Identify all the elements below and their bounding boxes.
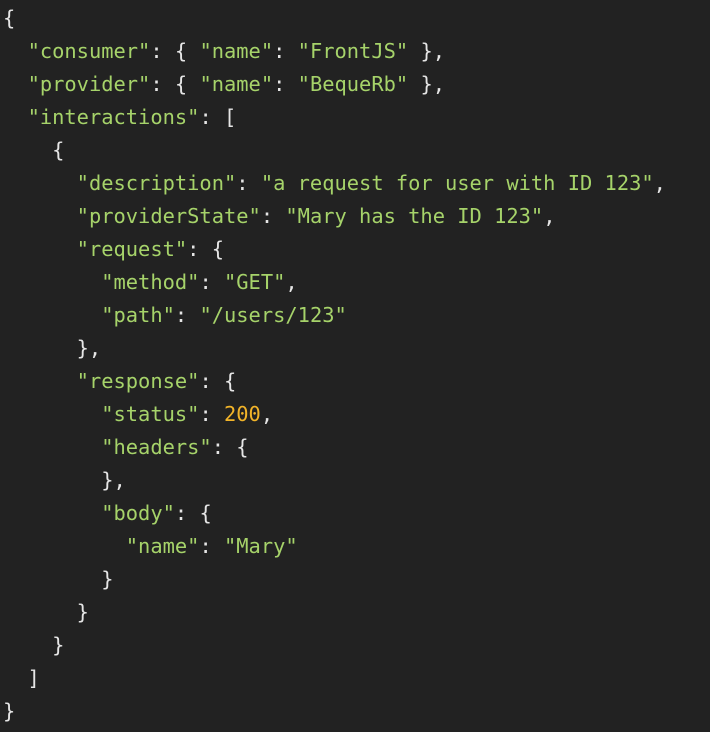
punctuation-token: [3, 171, 77, 195]
string-token: "Mary": [224, 534, 298, 558]
punctuation-token: [3, 204, 77, 228]
string-token: "GET": [224, 270, 286, 294]
punctuation-token: [3, 534, 126, 558]
code-line: },: [3, 464, 666, 497]
punctuation-token: : {: [150, 72, 200, 96]
string-token: "name": [199, 39, 274, 63]
string-token: "path": [101, 303, 175, 327]
code-line: "consumer": { "name": "FrontJS" },: [3, 35, 666, 68]
punctuation-token: },: [408, 72, 446, 96]
string-token: "request": [76, 237, 188, 261]
punctuation-token: },: [3, 336, 102, 360]
code-line: "request": {: [3, 233, 666, 266]
code-line: }: [3, 596, 666, 629]
punctuation-token: {: [3, 6, 16, 30]
string-token: "providerState": [76, 204, 261, 228]
code-line: "providerState": "Mary has the ID 123",: [3, 200, 666, 233]
punctuation-token: : {: [187, 237, 225, 261]
punctuation-token: ,: [653, 171, 666, 195]
string-token: "body": [101, 501, 175, 525]
punctuation-token: :: [273, 72, 298, 96]
punctuation-token: [3, 39, 28, 63]
punctuation-token: [3, 270, 101, 294]
punctuation-token: [3, 402, 101, 426]
punctuation-token: : {: [174, 501, 212, 525]
string-token: "response": [76, 369, 200, 393]
punctuation-token: }: [3, 567, 114, 591]
code-block[interactable]: { "consumer": { "name": "FrontJS" }, "pr…: [3, 2, 666, 728]
string-token: "Mary has the ID 123": [285, 204, 544, 228]
punctuation-token: },: [3, 468, 126, 492]
number-token: 200: [224, 402, 261, 426]
punctuation-token: {: [3, 138, 65, 162]
punctuation-token: ]: [3, 666, 40, 690]
punctuation-token: :: [199, 534, 224, 558]
punctuation-token: },: [408, 39, 446, 63]
string-token: "name": [125, 534, 200, 558]
punctuation-token: }: [3, 600, 89, 624]
string-token: "status": [101, 402, 200, 426]
punctuation-token: :: [199, 402, 224, 426]
string-token: "method": [101, 270, 200, 294]
string-token: "/users/123": [199, 303, 347, 327]
punctuation-token: : {: [211, 435, 249, 459]
punctuation-token: [3, 303, 101, 327]
punctuation-token: :: [273, 39, 298, 63]
string-token: "consumer": [27, 39, 151, 63]
punctuation-token: }: [3, 699, 16, 723]
string-token: "provider": [27, 72, 151, 96]
punctuation-token: [3, 105, 28, 129]
punctuation-token: :: [260, 204, 286, 228]
string-token: "FrontJS": [297, 39, 409, 63]
punctuation-token: : {: [150, 39, 200, 63]
code-line: }: [3, 629, 666, 662]
code-editor[interactable]: { "consumer": { "name": "FrontJS" }, "pr…: [0, 0, 710, 732]
code-line: }: [3, 695, 666, 728]
punctuation-token: :: [174, 303, 200, 327]
code-line: ]: [3, 662, 666, 695]
code-line: {: [3, 134, 666, 167]
punctuation-token: [3, 501, 101, 525]
code-line: "path": "/users/123": [3, 299, 666, 332]
string-token: "description": [76, 171, 237, 195]
punctuation-token: [3, 435, 101, 459]
code-line: "method": "GET",: [3, 266, 666, 299]
string-token: "a request for user with ID 123": [260, 171, 654, 195]
string-token: "BequeRb": [297, 72, 409, 96]
punctuation-token: [3, 237, 77, 261]
string-token: "headers": [101, 435, 212, 459]
punctuation-token: :: [236, 171, 261, 195]
punctuation-token: }: [3, 633, 65, 657]
string-token: "interactions": [27, 105, 200, 129]
code-line: "name": "Mary": [3, 530, 666, 563]
code-line: "provider": { "name": "BequeRb" },: [3, 68, 666, 101]
punctuation-token: ,: [260, 402, 274, 426]
code-line: "description": "a request for user with …: [3, 167, 666, 200]
code-line: "response": {: [3, 365, 666, 398]
punctuation-token: [3, 72, 28, 96]
punctuation-token: ,: [285, 270, 298, 294]
punctuation-token: ,: [543, 204, 556, 228]
code-line: }: [3, 563, 666, 596]
code-line: "headers": {: [3, 431, 666, 464]
punctuation-token: [3, 369, 77, 393]
punctuation-token: : {: [199, 369, 237, 393]
code-line: "interactions": [: [3, 101, 666, 134]
punctuation-token: :: [199, 270, 224, 294]
code-line: {: [3, 2, 666, 35]
code-line: "body": {: [3, 497, 666, 530]
punctuation-token: : [: [199, 105, 237, 129]
code-line: },: [3, 332, 666, 365]
code-line: "status": 200,: [3, 398, 666, 431]
string-token: "name": [199, 72, 274, 96]
